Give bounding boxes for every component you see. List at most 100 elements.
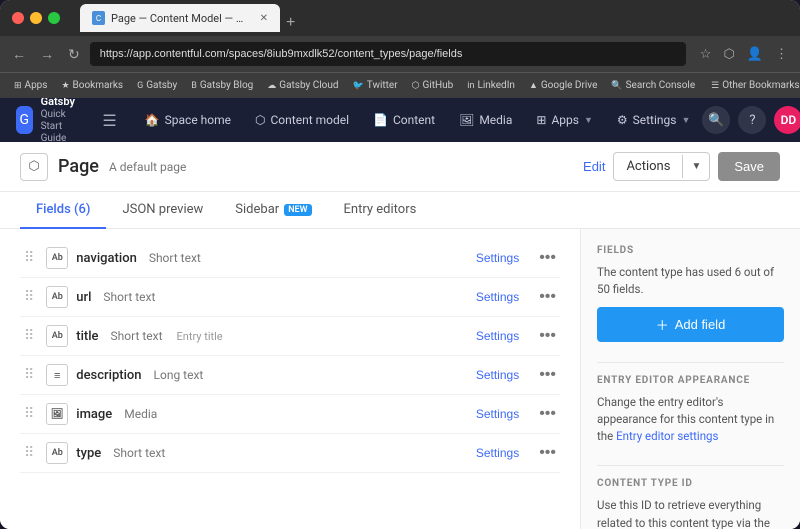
minimize-button[interactable] [30,12,42,24]
actions-dropdown[interactable]: Actions ▼ [613,152,710,181]
bookmark-google-drive[interactable]: ▲Google Drive [523,78,603,93]
field-type-icon: 🖼 [46,403,68,425]
forward-button[interactable]: → [36,42,58,66]
content-type-id-section: CONTENT TYPE ID Use this ID to retrieve … [597,478,784,529]
bookmark-gatsby-blog[interactable]: BGatsby Blog [185,78,259,93]
hamburger-icon[interactable]: ☰ [102,111,116,130]
content-type-icon: ⬡ [20,153,48,181]
field-name: navigation [76,251,137,266]
drag-handle-icon[interactable]: ⠿ [20,367,38,383]
logo-icon[interactable]: G [16,106,33,134]
field-menu-button[interactable]: ••• [535,403,560,425]
bookmark-search-console[interactable]: 🔍Search Console [605,78,701,93]
fields-usage-text: The content type has used 6 out of 50 fi… [597,264,784,299]
entry-editor-section: ENTRY EDITOR APPEARANCE Change the entry… [597,375,784,446]
help-button[interactable]: ? [738,106,766,134]
field-menu-button[interactable]: ••• [535,325,560,347]
drag-handle-icon[interactable]: ⠿ [20,406,38,422]
page-content: G Gatsby Quick Start Guide ☰ 🏠 Space hom… [0,98,800,529]
table-row: ⠿ ≡ description Long text Settings ••• [20,356,560,395]
avatar[interactable]: DD [774,106,800,134]
drag-handle-icon[interactable]: ⠿ [20,328,38,344]
actions-label: Actions [614,153,682,180]
entry-editor-settings-link[interactable]: Entry editor settings [616,429,718,443]
bookmark-github[interactable]: ⬡GitHub [406,78,460,93]
divider [597,465,784,466]
nav-link-settings[interactable]: ⚙ Settings ▼ [605,98,703,142]
new-tab-button[interactable]: + [282,14,299,32]
field-menu-button[interactable]: ••• [535,286,560,308]
nav-link-content[interactable]: 📄 Content [361,98,447,142]
browser-window: C Page — Content Model — Qui... ✕ + ← → … [0,0,800,529]
nav-links: 🏠 Space home ⬡ Content model 📄 Content 🖼… [133,98,703,142]
add-field-label: Add field [675,317,726,332]
field-type: Media [124,407,157,421]
edit-button[interactable]: Edit [583,159,605,174]
maximize-button[interactable] [48,12,60,24]
field-name: type [76,446,101,461]
address-bar[interactable] [90,42,686,66]
table-row: ⠿ Ab url Short text Settings ••• [20,278,560,317]
add-field-button[interactable]: ＋ Add field [597,307,784,342]
plus-icon: ＋ [656,315,669,334]
nav-link-content-model[interactable]: ⬡ Content model [243,98,361,142]
field-type-icon: Ab [46,442,68,464]
drag-handle-icon[interactable]: ⠿ [20,289,38,305]
nav-right: 🔍 ? DD ▼ [702,106,800,134]
divider [597,362,784,363]
field-name: url [76,290,91,305]
field-type: Long text [154,368,204,382]
tab-favicon: C [92,11,105,25]
bookmark-bookmarks[interactable]: ★Bookmarks [55,78,129,93]
field-extra-label: Entry title [177,330,223,343]
field-settings-button[interactable]: Settings [468,442,527,464]
field-name: image [76,407,112,422]
apps-arrow-icon: ▼ [584,115,593,126]
field-settings-button[interactable]: Settings [468,403,527,425]
table-row: ⠿ 🖼 image Media Settings ••• [20,395,560,434]
active-tab[interactable]: C Page — Content Model — Qui... ✕ [80,4,280,32]
drag-handle-icon[interactable]: ⠿ [20,250,38,266]
nav-link-media[interactable]: 🖼 Media [447,98,524,142]
back-button[interactable]: ← [8,42,30,66]
field-settings-button[interactable]: Settings [468,247,527,269]
bookmark-other[interactable]: ☰Other Bookmarks [705,78,800,93]
menu-icon[interactable]: ⋮ [771,43,792,65]
field-settings-button[interactable]: Settings [468,364,527,386]
field-name: description [76,368,141,383]
field-type: Short text [111,329,163,343]
close-button[interactable] [12,12,24,24]
tab-close-icon[interactable]: ✕ [260,13,268,24]
app-logo: G Gatsby Quick Start Guide [16,98,86,145]
tab-fields[interactable]: Fields (6) [20,192,106,229]
field-settings-button[interactable]: Settings [468,286,527,308]
field-menu-button[interactable]: ••• [535,247,560,269]
tab-sidebar[interactable]: Sidebar NEW [219,192,327,229]
tab-json-preview[interactable]: JSON preview [106,192,219,229]
tab-bar: C Page — Content Model — Qui... ✕ + [80,4,788,32]
profile-icon[interactable]: 👤 [743,43,767,65]
actions-arrow-icon: ▼ [682,155,709,178]
entry-editor-text: Change the entry editor's appearance for… [597,394,784,446]
bookmark-linkedin[interactable]: inLinkedIn [461,78,521,93]
tab-entry-editors[interactable]: Entry editors [328,192,433,229]
field-type-icon: Ab [46,286,68,308]
field-menu-button[interactable]: ••• [535,364,560,386]
nav-link-apps[interactable]: ⊞ Apps ▼ [524,98,604,142]
reload-button[interactable]: ↻ [64,42,84,67]
table-row: ⠿ Ab type Short text Settings ••• [20,434,560,473]
bookmark-gatsby[interactable]: GGatsby [131,78,183,93]
field-settings-button[interactable]: Settings [468,325,527,347]
field-menu-button[interactable]: ••• [535,442,560,464]
search-button[interactable]: 🔍 [702,106,730,134]
save-button[interactable]: Save [718,152,780,181]
extensions-icon[interactable]: ⬡ [719,43,738,65]
star-icon[interactable]: ☆ [696,43,716,65]
bookmark-apps[interactable]: ⊞Apps [8,78,53,93]
browser-title-bar: C Page — Content Model — Qui... ✕ + [0,0,800,36]
drag-handle-icon[interactable]: ⠿ [20,445,38,461]
traffic-lights [12,12,60,24]
bookmark-gatsby-cloud[interactable]: ☁Gatsby Cloud [261,78,344,93]
nav-link-space-home[interactable]: 🏠 Space home [133,98,243,142]
bookmark-twitter[interactable]: 🐦Twitter [347,78,404,93]
